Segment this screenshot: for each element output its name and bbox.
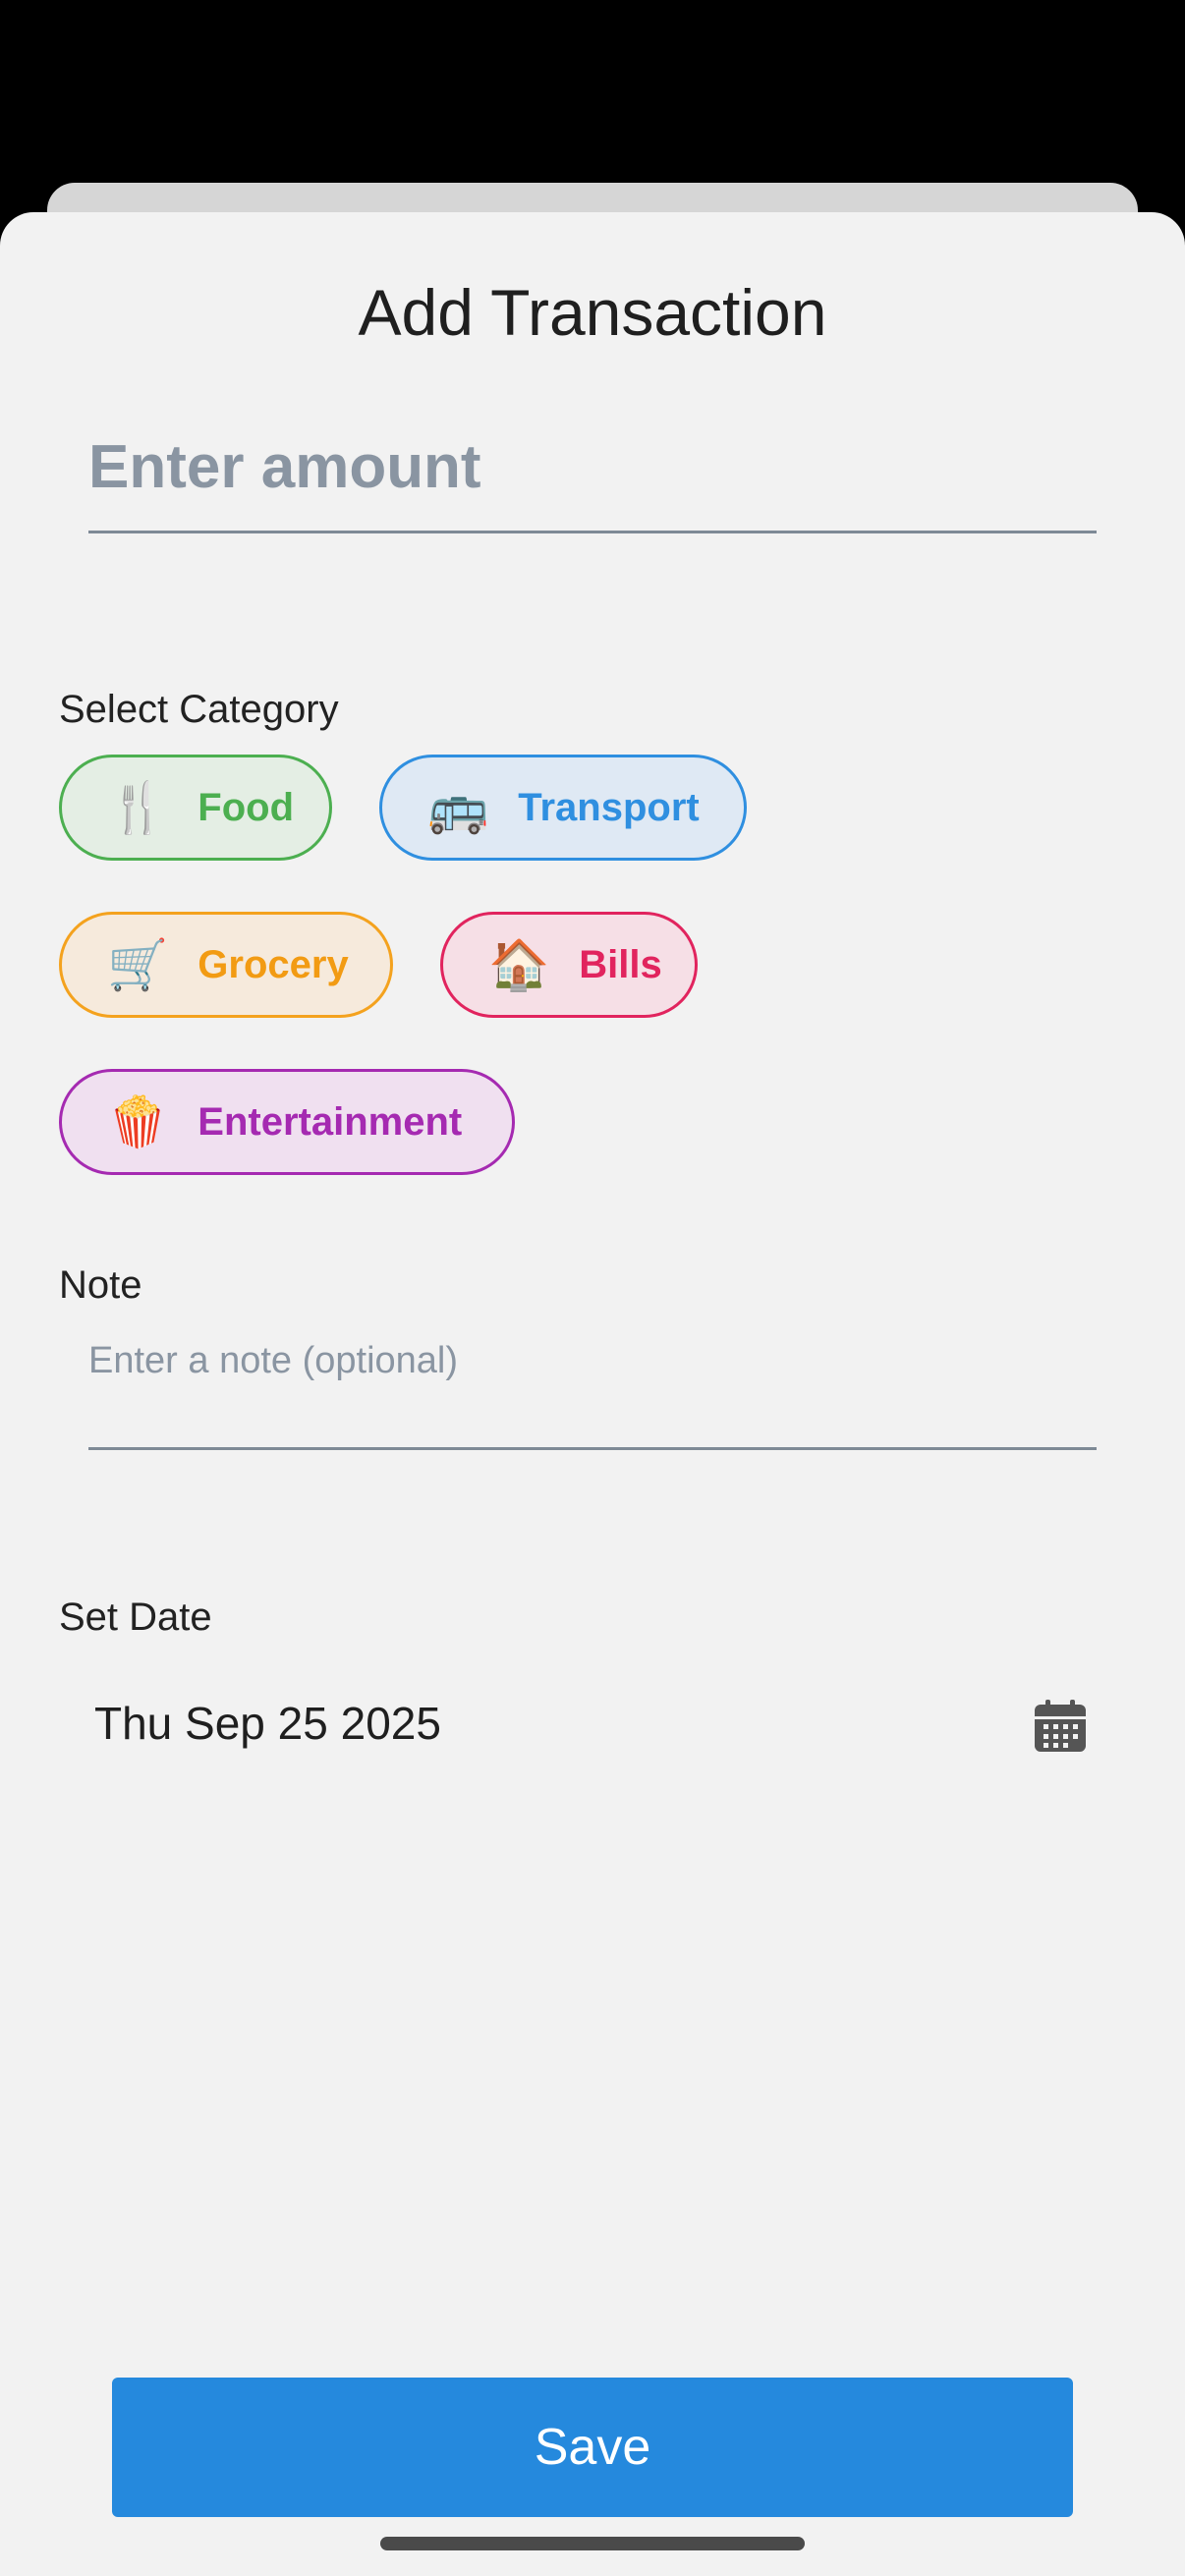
- bus-icon: 🚌: [427, 779, 489, 836]
- note-label: Note: [59, 1263, 142, 1307]
- category-chip-label: Food: [198, 785, 294, 829]
- category-chip-food[interactable]: 🍴 Food: [59, 755, 332, 861]
- category-chip-entertainment[interactable]: 🍿 Entertainment: [59, 1069, 515, 1175]
- popcorn-icon: 🍿: [107, 1093, 169, 1150]
- category-chip-label: Entertainment: [198, 1099, 463, 1144]
- date-label: Set Date: [59, 1596, 212, 1639]
- date-value[interactable]: Thu Sep 25 2025: [94, 1696, 441, 1751]
- house-icon: 🏠: [488, 936, 550, 993]
- category-chip-label: Transport: [518, 785, 700, 829]
- category-chip-bills[interactable]: 🏠 Bills: [440, 912, 698, 1018]
- save-button[interactable]: Save: [112, 2378, 1073, 2517]
- category-chip-transport[interactable]: 🚌 Transport: [379, 755, 747, 861]
- note-input[interactable]: Enter a note (optional): [88, 1324, 1097, 1450]
- category-chip-grocery[interactable]: 🛒 Grocery: [59, 912, 393, 1018]
- amount-placeholder: Enter amount: [88, 433, 481, 501]
- calendar-icon[interactable]: [1034, 1700, 1087, 1753]
- amount-input[interactable]: Enter amount: [88, 422, 1097, 533]
- category-label: Select Category: [59, 688, 339, 731]
- category-chip-label: Bills: [579, 942, 662, 986]
- category-chip-label: Grocery: [198, 942, 349, 986]
- note-placeholder: Enter a note (optional): [88, 1340, 459, 1381]
- shopping-cart-icon: 🛒: [107, 936, 169, 993]
- fork-knife-icon: 🍴: [107, 779, 169, 836]
- sheet-title: Add Transaction: [358, 276, 827, 349]
- home-indicator: [380, 2537, 805, 2550]
